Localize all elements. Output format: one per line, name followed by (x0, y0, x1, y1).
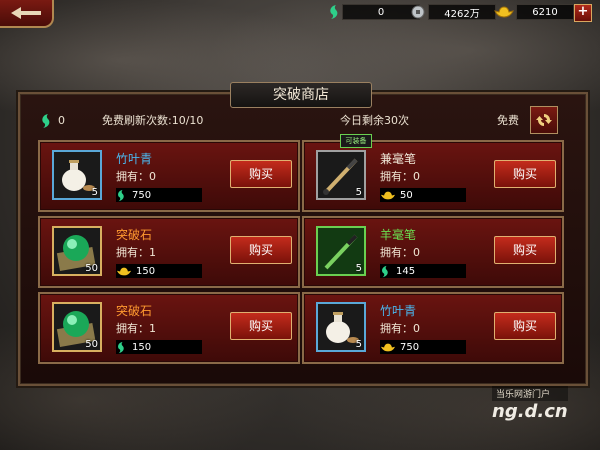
item-stack-count: 50 (85, 339, 98, 350)
shop-item-card: 5 可装备 兼毫笔 拥有：0 50 购买 (302, 134, 564, 212)
item-price-value: 150 (136, 265, 156, 277)
watermark-line2: ng.d.cn (492, 401, 568, 422)
jade-currency: 0 (328, 4, 420, 20)
buy-button[interactable]: 购买 (494, 312, 556, 340)
watermark-line1: 当乐网游门户 (492, 386, 568, 401)
item-price-value: 50 (400, 189, 413, 201)
shop-item-card: 50 突破石 拥有：1 150 购买 (38, 216, 300, 288)
equippable-tag: 可装备 (340, 134, 372, 148)
gold-currency: 6210 (494, 4, 574, 20)
item-owned: 拥有：0 (116, 170, 156, 183)
jade-icon (118, 189, 124, 201)
buy-button[interactable]: 购买 (230, 160, 292, 188)
item-price: 150 (116, 264, 202, 278)
buy-button[interactable]: 购买 (494, 160, 556, 188)
gold-ingot-icon (380, 343, 396, 351)
item-name: 突破石 (116, 228, 153, 242)
jade-icon (330, 5, 338, 19)
jade-icon (42, 114, 50, 128)
free-label: 免费 (497, 114, 519, 127)
wine-jug-icon: 5 (316, 302, 366, 352)
item-stack-count: 5 (355, 339, 362, 350)
watermark: 当乐网游门户 ng.d.cn (492, 386, 568, 422)
item-price: 145 (380, 264, 466, 278)
item-owned: 拥有：0 (380, 170, 420, 183)
jade-balance: 0 (40, 112, 65, 130)
shop-item-card: 50 突破石 拥有：1 150 购买 (38, 292, 300, 364)
jade-balance-value: 0 (58, 114, 65, 127)
item-stack-count: 5 (91, 187, 98, 198)
item-price: 150 (116, 340, 202, 354)
item-price: 750 (380, 340, 466, 354)
item-owned: 拥有：1 (116, 246, 156, 259)
shop-item-card: 5 竹叶青 拥有：0 750 购买 (302, 292, 564, 364)
gold-amount: 6210 (516, 4, 574, 20)
free-refresh-count: 免费刷新次数:10/10 (102, 114, 204, 127)
item-price: 50 (380, 188, 466, 202)
buy-button[interactable]: 购买 (494, 236, 556, 264)
item-price-value: 750 (132, 189, 152, 201)
shop-item-card: 5 竹叶青 拥有：0 750 购买 (38, 140, 300, 212)
brush-icon: 5 (316, 150, 366, 200)
breakthrough-stone-icon: 50 (52, 302, 102, 352)
refresh-button[interactable] (530, 106, 558, 134)
shop-item-card: 5 羊毫笔 拥有：0 145 购买 (302, 216, 564, 288)
gold-ingot-icon (116, 267, 132, 275)
item-stack-count: 5 (355, 187, 362, 198)
green-brush-icon: 5 (316, 226, 366, 276)
back-button[interactable] (0, 0, 54, 28)
shop-title: 突破商店 (230, 82, 372, 108)
breakthrough-stone-icon: 50 (52, 226, 102, 276)
item-owned: 拥有：0 (380, 246, 420, 259)
gold-ingot-icon (380, 191, 396, 199)
item-name: 竹叶青 (380, 304, 417, 318)
item-owned: 拥有：1 (116, 322, 156, 335)
item-stack-count: 50 (85, 263, 98, 274)
item-owned: 拥有：0 (380, 322, 420, 335)
back-arrow-icon (11, 7, 41, 19)
silver-coin-icon (411, 5, 425, 19)
refresh-icon (536, 114, 552, 126)
item-name: 羊毫笔 (380, 228, 417, 242)
silver-amount: 4262万 (428, 4, 496, 20)
item-name: 突破石 (116, 304, 153, 318)
jade-icon (382, 265, 388, 277)
buy-button[interactable]: 购买 (230, 236, 292, 264)
item-name: 兼毫笔 (380, 152, 417, 166)
item-price-value: 145 (396, 265, 416, 277)
jade-icon (118, 341, 124, 353)
buy-button[interactable]: 购买 (230, 312, 292, 340)
daily-remaining: 今日剩余30次 (340, 114, 409, 127)
jade-amount: 0 (342, 4, 420, 20)
item-price: 750 (116, 188, 202, 202)
silver-currency: 4262万 (410, 4, 496, 20)
wine-jug-icon: 5 (52, 150, 102, 200)
add-currency-button[interactable]: + (574, 4, 592, 22)
item-price-value: 150 (132, 341, 152, 353)
gold-ingot-icon (494, 6, 514, 18)
item-price-value: 750 (400, 341, 420, 353)
item-stack-count: 5 (355, 263, 362, 274)
item-name: 竹叶青 (116, 152, 153, 166)
